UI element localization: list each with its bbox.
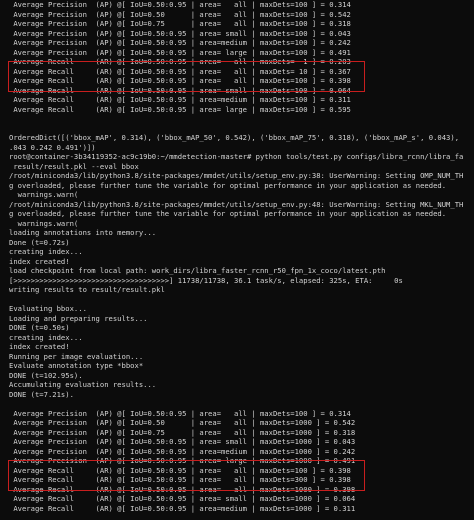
terminal-line: DONE (t=7.21s). — [9, 389, 74, 399]
terminal-line: warnings.warn( — [9, 190, 79, 199]
terminal-line: Average Precision (AP) @[ IoU=0.50 | are… — [9, 418, 356, 427]
terminal-line: writing results to result/result.pkl — [9, 285, 165, 294]
terminal-line: Average Recall (AR) @[ IoU=0.50:0.95 | a… — [9, 85, 351, 95]
terminal-line: OrderedDict([('bbox_mAP', 0.314), ('bbox… — [9, 133, 460, 142]
terminal-line: Average Recall (AR) @[ IoU=0.50:0.95 | a… — [9, 95, 351, 104]
terminal-line: load checkpoint from local path: work_di… — [9, 266, 386, 275]
terminal-line: Average Precision (AP) @[ IoU=0.50:0.95 … — [9, 408, 351, 418]
terminal-line: g overloaded, please further tune the va… — [9, 209, 447, 218]
terminal-line: index created! — [9, 256, 70, 266]
terminal-line: Average Precision (AP) @[ IoU=0.50:0.95 … — [9, 47, 351, 57]
terminal-line: Done (t=0.72s) — [9, 237, 70, 247]
terminal-line: warnings.warn( — [9, 218, 79, 228]
terminal-line: Average Recall (AR) @[ IoU=0.50:0.95 | a… — [9, 465, 351, 475]
terminal-line: .043 0.242 0.491')]) — [9, 142, 96, 152]
terminal-line: Average Recall (AR) @[ IoU=0.50:0.95 | a… — [9, 76, 351, 85]
terminal-line: /root/miniconda3/lib/python3.8/site-pack… — [9, 199, 464, 209]
terminal-line: Average Recall (AR) @[ IoU=0.50:0.95 | a… — [9, 494, 356, 503]
terminal-line: Evaluate annotation type *bbox* — [9, 361, 144, 370]
terminal-line: Average Precision (AP) @[ IoU=0.50:0.95 … — [9, 38, 351, 47]
terminal-line: DONE (t=102.95s). — [9, 370, 83, 380]
terminal-line: Average Recall (AR) @[ IoU=0.50:0.95 | a… — [9, 57, 351, 66]
terminal-line: Average Precision (AP) @[ IoU=0.50:0.95 … — [9, 0, 351, 9]
terminal-line: DONE (t=0.50s) — [9, 323, 70, 332]
terminal-output[interactable]: Average Precision (AP) @[ IoU=0.50:0.95 … — [0, 0, 474, 520]
terminal-line: Average Precision (AP) @[ IoU=0.75 | are… — [9, 427, 356, 437]
terminal-line: loading annotations into memory... — [9, 228, 157, 237]
terminal-line: creating index... — [9, 332, 83, 342]
terminal-line: Average Precision (AP) @[ IoU=0.50:0.95 … — [9, 28, 351, 38]
terminal-line: Accumulating evaluation results... — [9, 380, 157, 389]
terminal-line: Average Precision (AP) @[ IoU=0.50:0.95 … — [9, 437, 356, 446]
terminal-line: Average Precision (AP) @[ IoU=0.50 | are… — [9, 9, 351, 19]
terminal-line: result/result.pkl --eval bbox — [9, 161, 139, 171]
terminal-line: g overloaded, please further tune the va… — [9, 180, 447, 190]
terminal-line: Average Recall (AR) @[ IoU=0.50:0.95 | a… — [9, 66, 351, 76]
terminal-line: Evaluating bbox... — [9, 304, 87, 313]
terminal-line: Average Precision (AP) @[ IoU=0.50:0.95 … — [9, 446, 356, 456]
progress-bar-line: [>>>>>>>>>>>>>>>>>>>>>>>>>>>>>>>>>>>>] 1… — [9, 275, 403, 285]
terminal-line: Average Recall (AR) @[ IoU=0.50:0.95 | a… — [9, 475, 351, 484]
terminal-line: Running per image evaluation... — [9, 351, 144, 361]
terminal-line: Loading and preparing results... — [9, 313, 148, 323]
terminal-line: /root/miniconda3/lib/python3.8/site-pack… — [9, 171, 464, 180]
terminal-line: Average Recall (AR) @[ IoU=0.50:0.95 | a… — [9, 104, 351, 114]
terminal-line: Average Recall (AR) @[ IoU=0.50:0.95 | a… — [9, 484, 356, 494]
terminal-line: creating index... — [9, 247, 83, 256]
terminal-line: Average Precision (AP) @[ IoU=0.50:0.95 … — [9, 456, 356, 465]
terminal-line: index created! — [9, 342, 70, 351]
terminal-line: Average Recall (AR) @[ IoU=0.50:0.95 | a… — [9, 503, 356, 513]
terminal-line: root@container-3b34119352-ac9c19b0:~/mmd… — [9, 152, 464, 161]
terminal-line: Average Precision (AP) @[ IoU=0.75 | are… — [9, 19, 351, 28]
